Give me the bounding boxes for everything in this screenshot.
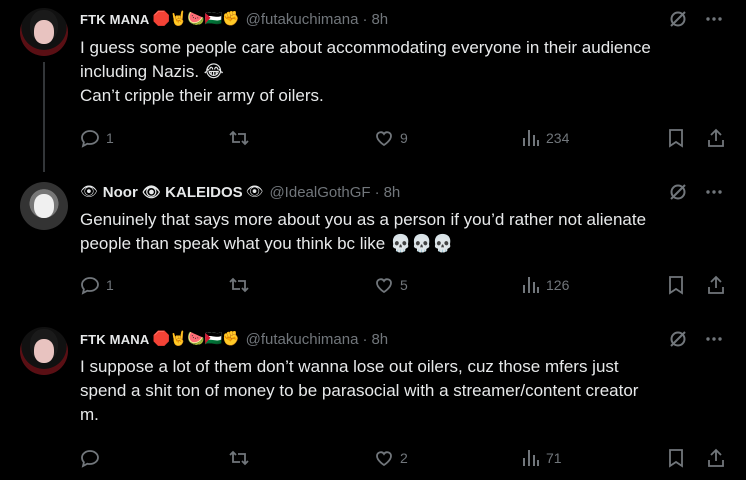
- heart-icon: [376, 451, 392, 467]
- repost-icon: [229, 277, 249, 293]
- views-button[interactable]: 126: [522, 273, 569, 297]
- bookmark-icon: [669, 449, 683, 468]
- views-count: 126: [546, 277, 570, 293]
- action-bar: 1 5 126: [80, 273, 730, 297]
- bookmark-button[interactable]: [667, 126, 685, 150]
- reply-icon: [81, 277, 99, 295]
- tweet-header: FTK MANA 🛑🤘🍉🇵🇸✊ @futakuchimana · 8h: [80, 328, 388, 350]
- tweet-line: people than speak what you think bc like…: [80, 234, 454, 253]
- views-icon: [523, 130, 539, 146]
- display-name[interactable]: Noor 👁 KALEIDOS: [103, 183, 243, 201]
- tweet-line: Genuinely that says more about you as a …: [80, 210, 647, 229]
- like-button[interactable]: 5: [374, 273, 408, 297]
- reply-count: 1: [106, 130, 114, 146]
- tweet-2[interactable]: 👁 Noor 👁 KALEIDOS 👁 @IdealGothGF · 8h Ge…: [0, 170, 746, 320]
- reply-count: 1: [106, 277, 114, 293]
- like-count: 2: [400, 450, 408, 466]
- tweet-line: Can’t cripple their army of oilers.: [80, 86, 324, 105]
- avatar[interactable]: [20, 182, 68, 230]
- grok-icon[interactable]: [668, 182, 688, 202]
- name-emoji: 👁: [245, 184, 264, 200]
- heart-icon: [376, 278, 392, 294]
- repost-icon: [229, 130, 249, 146]
- like-count: 9: [400, 130, 408, 146]
- display-name[interactable]: FTK MANA: [80, 12, 149, 27]
- share-button[interactable]: [706, 126, 726, 150]
- tweet-line: I guess some people care about accommoda…: [80, 38, 651, 57]
- name-emoji: 🛑🤘🍉🇵🇸✊: [152, 331, 240, 347]
- tweet-line: m.: [80, 405, 99, 424]
- tweet-text: I suppose a lot of them don’t wanna lose…: [80, 355, 730, 427]
- handle[interactable]: @futakuchimana: [246, 11, 359, 28]
- share-button[interactable]: [706, 273, 726, 297]
- reply-button[interactable]: 1: [80, 273, 114, 297]
- action-bar: 2 71: [80, 446, 730, 470]
- repost-icon: [229, 450, 249, 466]
- timestamp[interactable]: 8h: [384, 184, 401, 201]
- separator-dot: ·: [362, 330, 368, 348]
- more-icon[interactable]: [704, 182, 724, 202]
- tweet-line: including Nazis. 😂: [80, 62, 224, 81]
- grok-icon[interactable]: [668, 9, 688, 29]
- more-icon[interactable]: [704, 329, 724, 349]
- name-prefix-emoji: 👁: [80, 184, 98, 200]
- repost-button[interactable]: [228, 126, 256, 150]
- tweet-line: I suppose a lot of them don’t wanna lose…: [80, 357, 619, 376]
- views-icon: [523, 277, 539, 293]
- like-button[interactable]: 9: [374, 126, 408, 150]
- reply-button[interactable]: 1: [80, 126, 114, 150]
- bookmark-button[interactable]: [667, 273, 685, 297]
- repost-button[interactable]: [228, 273, 256, 297]
- share-icon: [708, 128, 724, 147]
- like-count: 5: [400, 277, 408, 293]
- tweet-3[interactable]: FTK MANA 🛑🤘🍉🇵🇸✊ @futakuchimana · 8h I su…: [0, 320, 746, 480]
- reply-button[interactable]: [80, 446, 106, 470]
- grok-icon[interactable]: [668, 329, 688, 349]
- action-bar: 1 9 234: [80, 126, 730, 150]
- share-icon: [708, 275, 724, 294]
- views-count: 71: [546, 450, 562, 466]
- handle[interactable]: @futakuchimana: [246, 331, 359, 348]
- share-button[interactable]: [706, 446, 726, 470]
- heart-icon: [376, 131, 392, 147]
- like-button[interactable]: 2: [374, 446, 408, 470]
- bookmark-button[interactable]: [667, 446, 685, 470]
- name-emoji: 🛑🤘🍉🇵🇸✊: [152, 11, 240, 27]
- avatar[interactable]: [20, 327, 68, 375]
- views-count: 234: [546, 130, 570, 146]
- reply-icon: [81, 450, 99, 468]
- more-icon[interactable]: [704, 9, 724, 29]
- tweet-1[interactable]: FTK MANA 🛑🤘🍉🇵🇸✊ @futakuchimana · 8h I gu…: [0, 0, 746, 170]
- bookmark-icon: [669, 276, 683, 295]
- display-name[interactable]: FTK MANA: [80, 332, 149, 347]
- tweet-line: spend a shit ton of money to be parasoci…: [80, 381, 639, 400]
- tweet-text: Genuinely that says more about you as a …: [80, 208, 730, 256]
- avatar[interactable]: [20, 8, 68, 56]
- handle[interactable]: @IdealGothGF: [269, 184, 370, 201]
- views-icon: [523, 450, 539, 466]
- timestamp[interactable]: 8h: [371, 331, 388, 348]
- bookmark-icon: [669, 129, 683, 148]
- timestamp[interactable]: 8h: [371, 11, 388, 28]
- views-button[interactable]: 234: [522, 126, 569, 150]
- separator-dot: ·: [362, 10, 368, 28]
- reply-icon: [81, 130, 99, 148]
- separator-dot: ·: [374, 183, 380, 201]
- tweet-header: FTK MANA 🛑🤘🍉🇵🇸✊ @futakuchimana · 8h: [80, 8, 388, 30]
- tweet-text: I guess some people care about accommoda…: [80, 36, 730, 108]
- share-icon: [708, 448, 724, 467]
- views-button[interactable]: 71: [522, 446, 562, 470]
- tweet-header: 👁 Noor 👁 KALEIDOS 👁 @IdealGothGF · 8h: [80, 181, 400, 203]
- repost-button[interactable]: [228, 446, 256, 470]
